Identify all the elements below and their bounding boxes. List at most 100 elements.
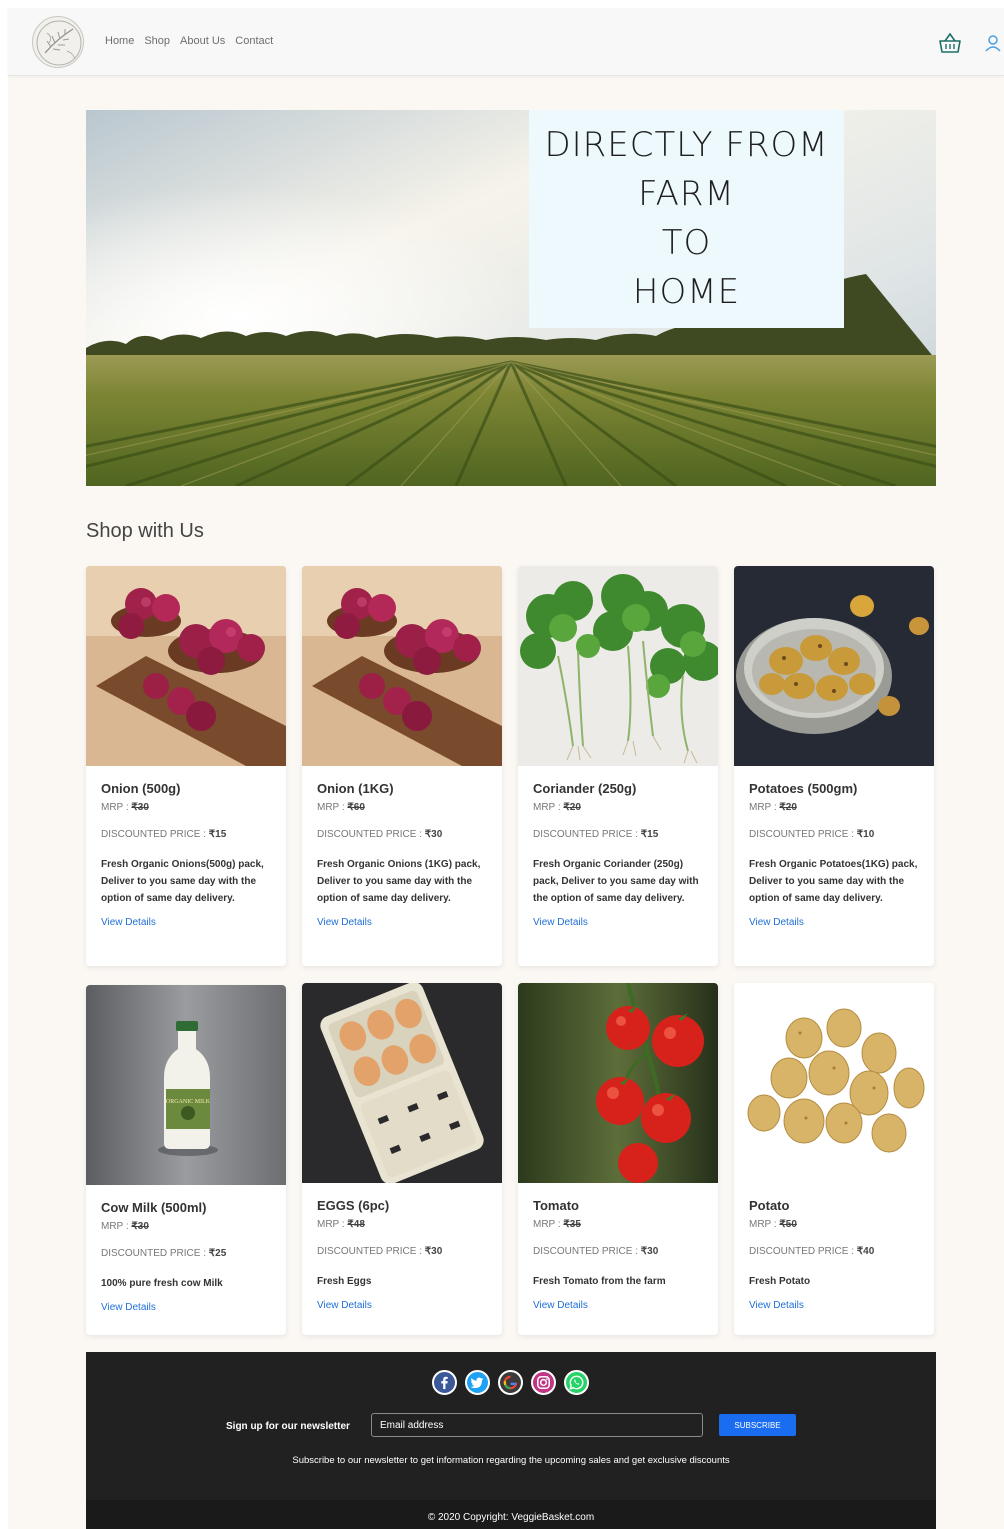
mrp-label: MRP : (533, 1219, 564, 1230)
mrp-value: ₹48 (347, 1219, 365, 1230)
discount-value: ₹15 (208, 829, 227, 840)
product-image-potatoes-pile[interactable] (734, 983, 934, 1183)
view-details-link[interactable]: View Details (533, 1300, 703, 1311)
view-details-link[interactable]: View Details (317, 917, 487, 928)
mrp-value: ₹60 (347, 802, 365, 813)
product-name: EGGS (6pc) (317, 1198, 390, 1213)
product-discount: DISCOUNTED PRICE : ₹30 (317, 829, 487, 840)
product-card: EGGS (6pc) MRP : ₹48 DISCOUNTED PRICE : … (302, 983, 502, 1335)
view-details-link[interactable]: View Details (101, 917, 271, 928)
mrp-value: ₹50 (779, 1219, 797, 1230)
hero-banner: DIRECTLY FROM FARM TO HOME (86, 110, 936, 486)
product-description: Fresh Tomato from the farm (533, 1276, 666, 1287)
mrp-label: MRP : (749, 1219, 780, 1230)
product-image-tomatoes[interactable] (518, 983, 718, 1183)
product-mrp: MRP : ₹20 (533, 802, 703, 813)
product-mrp: MRP : ₹35 (533, 1219, 703, 1230)
view-details-link[interactable]: View Details (533, 917, 703, 928)
user-icon[interactable] (983, 33, 1003, 53)
discount-label: DISCOUNTED PRICE : (317, 829, 425, 840)
nav-about[interactable]: About Us (180, 35, 225, 47)
view-details-link[interactable]: View Details (749, 1300, 919, 1311)
product-discount: DISCOUNTED PRICE : ₹30 (317, 1246, 487, 1257)
mrp-value: ₹30 (131, 1221, 149, 1232)
bottle-label-text: ORGANIC MILK (166, 1099, 211, 1105)
mrp-value: ₹30 (131, 802, 149, 813)
product-discount: DISCOUNTED PRICE : ₹40 (749, 1246, 919, 1257)
social-icons (432, 1370, 589, 1395)
google-icon[interactable] (498, 1370, 523, 1395)
mrp-value: ₹35 (563, 1219, 581, 1230)
mrp-label: MRP : (317, 1219, 348, 1230)
product-image-milk-bottle[interactable]: ORGANIC MILK (86, 985, 286, 1185)
product-image-coriander[interactable] (518, 566, 718, 766)
view-details-link[interactable]: View Details (749, 917, 919, 928)
product-discount: DISCOUNTED PRICE : ₹30 (533, 1246, 703, 1257)
section-title: Shop with Us (86, 520, 204, 542)
whatsapp-icon[interactable] (564, 1370, 589, 1395)
product-mrp: MRP : ₹30 (101, 1221, 271, 1232)
product-description: Fresh Eggs (317, 1276, 372, 1287)
mrp-value: ₹20 (563, 802, 581, 813)
discount-label: DISCOUNTED PRICE : (101, 829, 209, 840)
email-input[interactable] (371, 1413, 703, 1437)
nav-shop[interactable]: Shop (144, 35, 170, 47)
product-card: ORGANIC MILK Cow Milk (500ml) MRP : ₹30 … (86, 985, 286, 1335)
twitter-icon[interactable] (465, 1370, 490, 1395)
mrp-value: ₹20 (779, 802, 797, 813)
view-details-link[interactable]: View Details (317, 1300, 487, 1311)
discount-label: DISCOUNTED PRICE : (533, 1246, 641, 1257)
product-description: Fresh Organic Potatoes(1KG) pack, Delive… (749, 859, 918, 904)
mrp-label: MRP : (749, 802, 780, 813)
discount-label: DISCOUNTED PRICE : (101, 1248, 209, 1259)
product-discount: DISCOUNTED PRICE : ₹15 (533, 829, 703, 840)
footer: Sign up for our newsletter SUBSCRIBE Sub… (86, 1352, 936, 1529)
subscribe-button[interactable]: SUBSCRIBE (719, 1414, 796, 1436)
discount-value: ₹10 (856, 829, 875, 840)
product-card: Tomato MRP : ₹35 DISCOUNTED PRICE : ₹30 … (518, 983, 718, 1335)
discount-label: DISCOUNTED PRICE : (533, 829, 641, 840)
view-details-link[interactable]: View Details (101, 1302, 271, 1313)
product-mrp: MRP : ₹50 (749, 1219, 919, 1230)
discount-value: ₹40 (856, 1246, 875, 1257)
nav-home[interactable]: Home (105, 35, 134, 47)
product-card: Potatoes (500gm) MRP : ₹20 DISCOUNTED PR… (734, 566, 934, 966)
product-discount: DISCOUNTED PRICE : ₹25 (101, 1248, 271, 1259)
product-description: Fresh Organic Coriander (250g) pack, Del… (533, 859, 699, 904)
product-name: Cow Milk (500ml) (101, 1200, 207, 1215)
navbar: Home Shop About Us Contact (8, 8, 1004, 76)
product-card: Onion (1KG) MRP : ₹60 DISCOUNTED PRICE :… (302, 566, 502, 966)
product-image-egg-carton[interactable] (302, 983, 502, 1183)
product-image-red-onions[interactable] (86, 566, 286, 766)
product-name: Onion (500g) (101, 781, 181, 796)
basket-icon[interactable] (937, 30, 963, 56)
product-discount: DISCOUNTED PRICE : ₹15 (101, 829, 271, 840)
hero-line: TO (661, 223, 712, 263)
discount-label: DISCOUNTED PRICE : (749, 1246, 857, 1257)
product-mrp: MRP : ₹60 (317, 802, 487, 813)
copyright: © 2020 Copyright: VeggieBasket.com (86, 1500, 936, 1529)
page: Home Shop About Us Contact DIRECTLY FROM… (8, 8, 1004, 1529)
hero-line: HOME (632, 272, 741, 312)
nav-contact[interactable]: Contact (235, 35, 273, 47)
discount-label: DISCOUNTED PRICE : (749, 829, 857, 840)
hero-line: DIRECTLY FROM (544, 125, 829, 165)
newsletter-note: Subscribe to our newsletter to get infor… (292, 1455, 730, 1466)
instagram-icon[interactable] (531, 1370, 556, 1395)
product-name: Onion (1KG) (317, 781, 394, 796)
hero-headline-box: DIRECTLY FROM FARM TO HOME (529, 110, 844, 328)
product-image-red-onions[interactable] (302, 566, 502, 766)
discount-value: ₹30 (424, 1246, 443, 1257)
discount-label: DISCOUNTED PRICE : (317, 1246, 425, 1257)
product-name: Coriander (250g) (533, 781, 637, 796)
product-mrp: MRP : ₹20 (749, 802, 919, 813)
product-description: Fresh Organic Onions(500g) pack, Deliver… (101, 859, 264, 904)
logo[interactable] (32, 16, 84, 68)
product-name: Potato (749, 1198, 790, 1213)
discount-value: ₹30 (424, 829, 443, 840)
discount-value: ₹30 (640, 1246, 659, 1257)
facebook-icon[interactable] (432, 1370, 457, 1395)
product-image-potatoes-bowl[interactable] (734, 566, 934, 766)
product-mrp: MRP : ₹30 (101, 802, 271, 813)
product-card: Potato MRP : ₹50 DISCOUNTED PRICE : ₹40 … (734, 983, 934, 1335)
